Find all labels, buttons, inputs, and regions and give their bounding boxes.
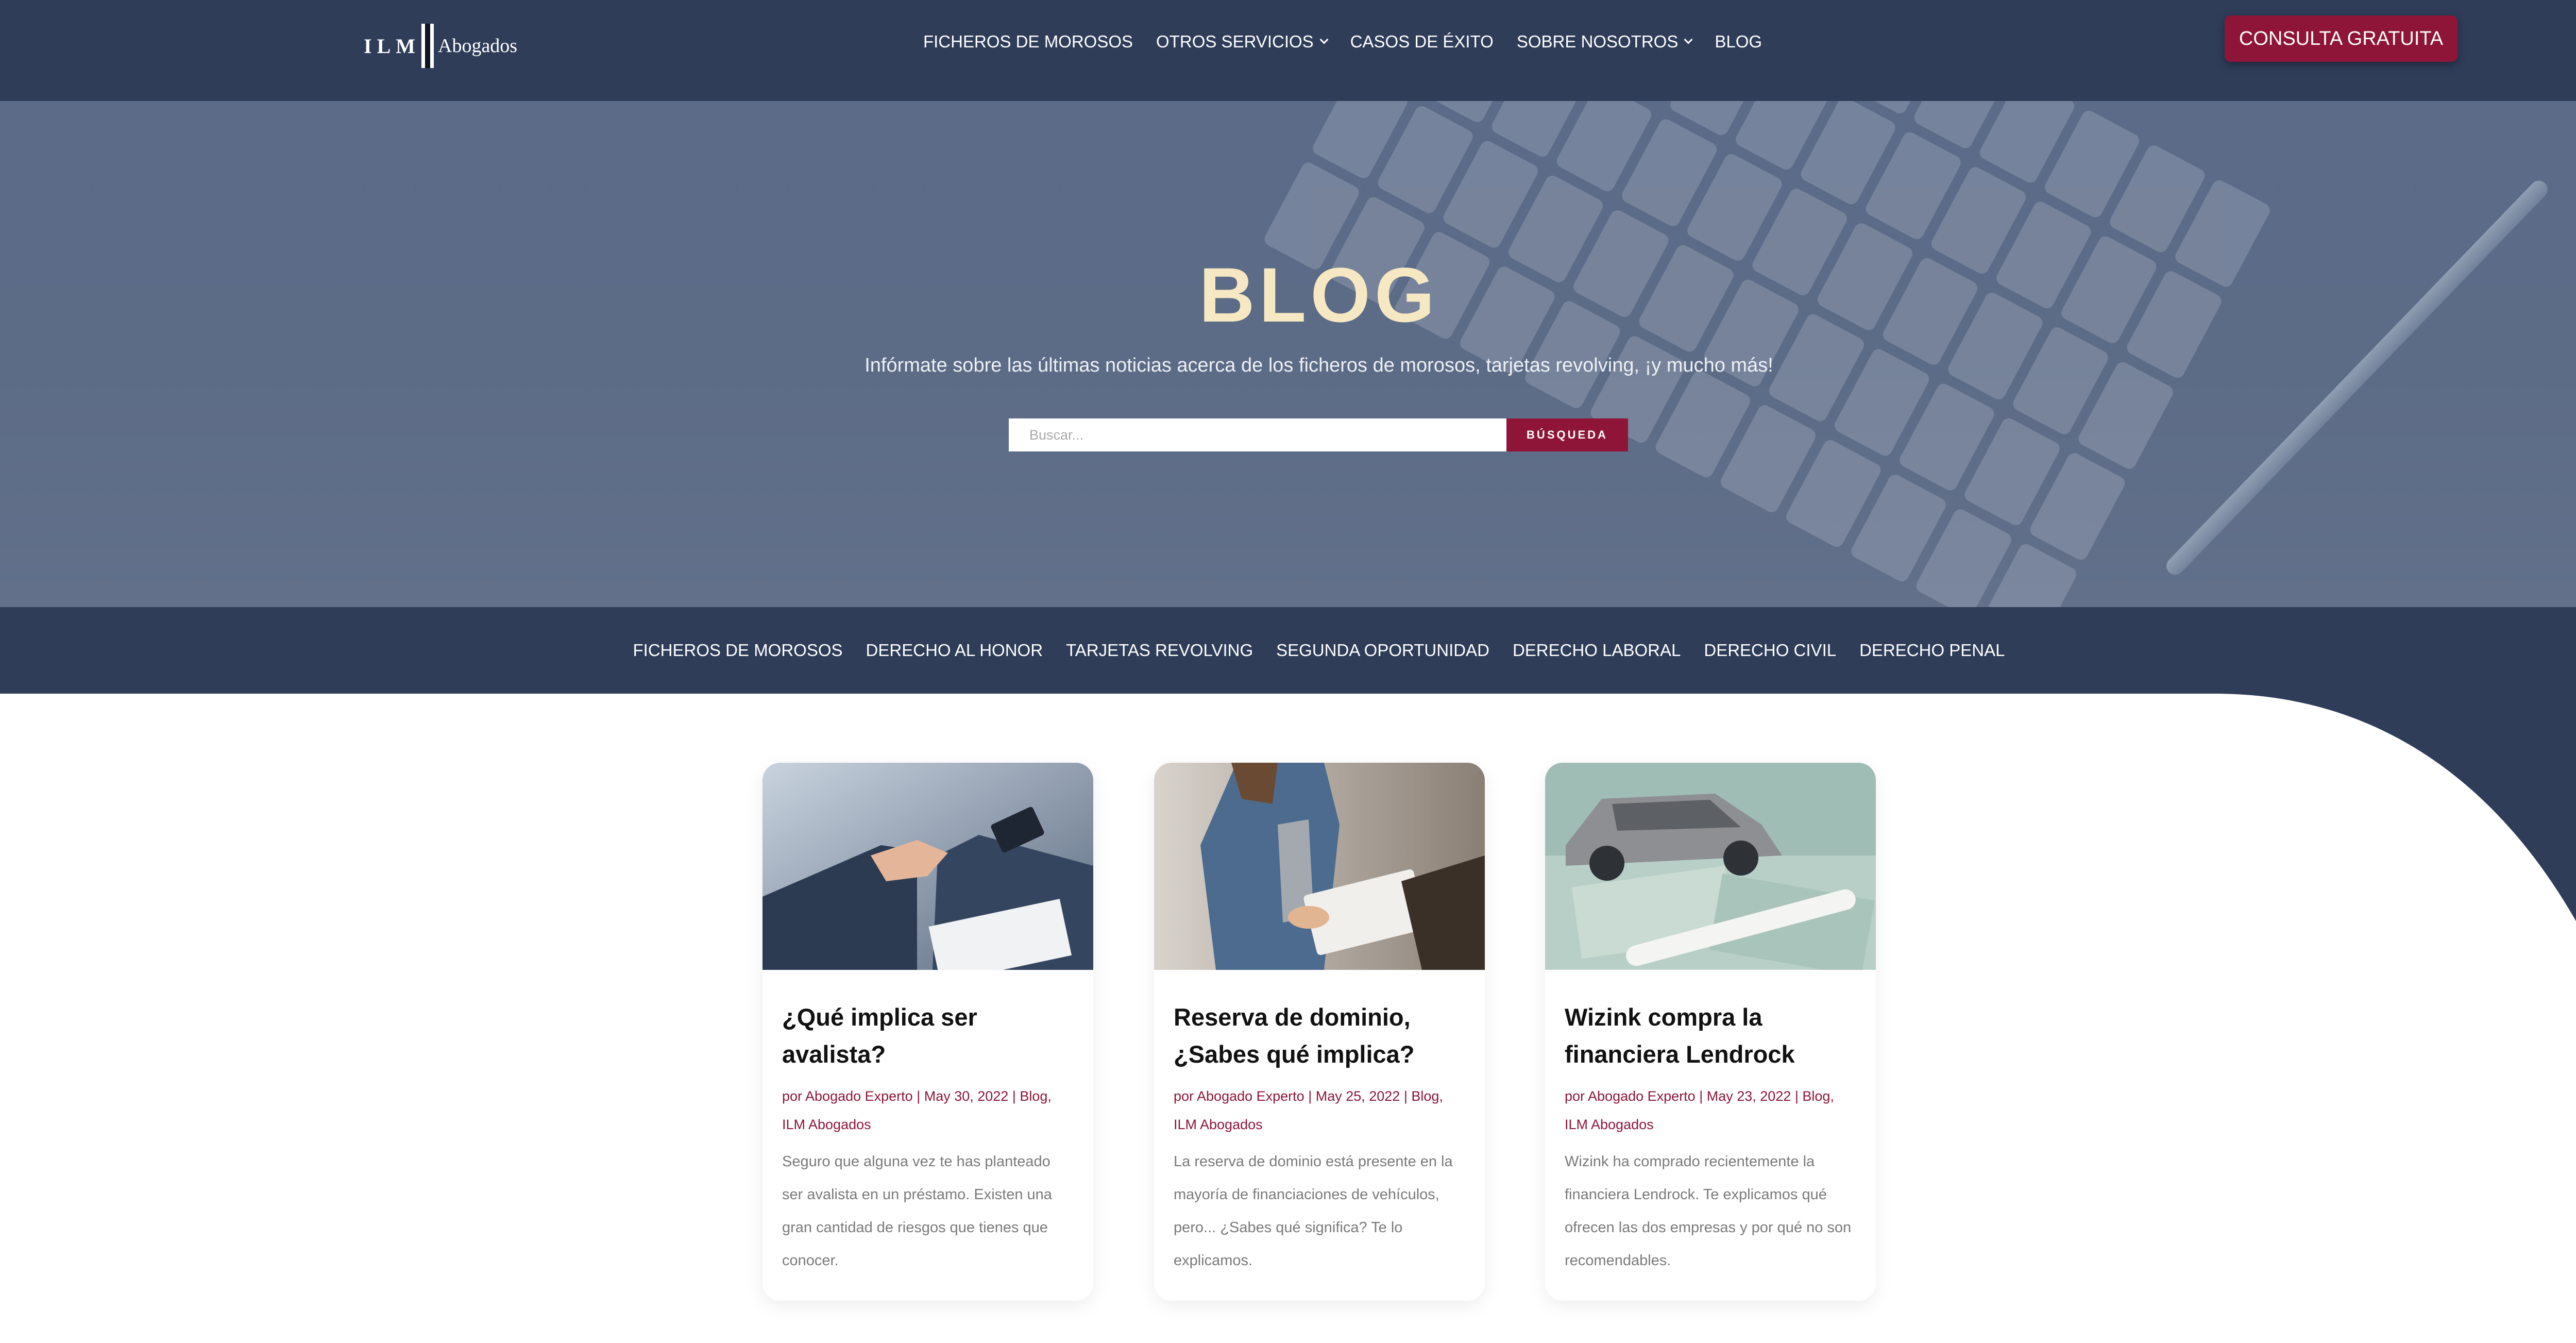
search-button[interactable]: BÚSQUEDA — [1506, 418, 1628, 451]
category-derecho-al-honor[interactable]: DERECHO AL HONOR — [866, 641, 1043, 660]
category-segunda-oportunidad[interactable]: SEGUNDA OPORTUNIDAD — [1276, 641, 1489, 660]
nav-label: OTROS SERVICIOS — [1156, 32, 1314, 51]
search-input[interactable] — [1009, 418, 1506, 451]
nav-sobre-nosotros[interactable]: SOBRE NOSOTROS — [1516, 32, 1693, 52]
post-meta[interactable]: por Abogado Experto | May 25, 2022 | Blo… — [1174, 1082, 1465, 1139]
page-subtitle: Infórmate sobre las últimas noticias ace… — [865, 355, 1773, 376]
post-excerpt: La reserva de dominio está presente en l… — [1174, 1153, 1453, 1269]
nav-ficheros-de-morosos[interactable]: FICHEROS DE MOROSOS — [923, 32, 1133, 52]
post-excerpt: Seguro que alguna vez te has planteado s… — [782, 1153, 1052, 1269]
keyboard-background-image — [1262, 101, 2273, 607]
nav-label: CASOS DE ÉXITO — [1350, 32, 1494, 51]
post-excerpt: Wizink ha comprado recientemente la fina… — [1565, 1153, 1852, 1269]
post-meta[interactable]: por Abogado Experto | May 30, 2022 | Blo… — [782, 1082, 1074, 1139]
nav-casos-de-exito[interactable]: CASOS DE ÉXITO — [1350, 32, 1494, 52]
post-title[interactable]: Wizink compra la financiera Lendrock — [1565, 999, 1856, 1073]
chevron-down-icon — [1684, 35, 1693, 44]
signing-contract-photo[interactable] — [1154, 763, 1485, 970]
chevron-down-icon — [1319, 35, 1329, 44]
category-derecho-laboral[interactable]: DERECHO LABORAL — [1513, 641, 1681, 660]
blog-search-form: BÚSQUEDA — [1009, 418, 1628, 451]
nav-label: FICHEROS DE MOROSOS — [923, 32, 1133, 51]
post-title[interactable]: ¿Qué implica ser avalista? — [782, 999, 1074, 1073]
consulta-gratuita-button[interactable]: CONSULTA GRATUITA — [2225, 15, 2458, 62]
logo-ilm-text: ILM — [364, 34, 420, 58]
category-derecho-penal[interactable]: DERECHO PENAL — [1859, 641, 2005, 660]
post-meta[interactable]: por Abogado Experto | May 23, 2022 | Blo… — [1565, 1082, 1856, 1139]
nav-otros-servicios[interactable]: OTROS SERVICIOS — [1156, 32, 1329, 52]
blog-post-card[interactable]: ¿Qué implica ser avalista? por Abogado E… — [762, 763, 1093, 1301]
blog-post-card[interactable]: Wizink compra la financiera Lendrock por… — [1545, 763, 1876, 1301]
category-nav: FICHEROS DE MOROSOS DERECHO AL HONOR TAR… — [0, 607, 2576, 694]
category-ficheros-de-morosos[interactable]: FICHEROS DE MOROSOS — [633, 641, 843, 660]
nav-label: BLOG — [1715, 32, 1762, 51]
site-logo[interactable]: ILM Abogados — [364, 23, 517, 69]
nav-label: SOBRE NOSOTROS — [1516, 32, 1679, 51]
blog-post-card[interactable]: Reserva de dominio, ¿Sabes qué implica? … — [1154, 763, 1485, 1301]
handshake-photo[interactable] — [762, 763, 1093, 970]
site-header: ILM Abogados FICHEROS DE MOROSOS OTROS S… — [0, 0, 2576, 101]
post-title[interactable]: Reserva de dominio, ¿Sabes qué implica? — [1174, 999, 1465, 1073]
nav-blog[interactable]: BLOG — [1715, 32, 1762, 52]
logo-mark — [421, 24, 434, 68]
toy-car-on-money-photo[interactable] — [1545, 763, 1876, 970]
hero-banner: BLOG Infórmate sobre las últimas noticia… — [0, 101, 2576, 607]
page-title: BLOG — [1199, 251, 1439, 338]
category-tarjetas-revolving[interactable]: TARJETAS REVOLVING — [1066, 641, 1253, 660]
category-derecho-civil[interactable]: DERECHO CIVIL — [1704, 641, 1836, 660]
logo-abogados-text: Abogados — [438, 35, 518, 57]
main-nav: FICHEROS DE MOROSOS OTROS SERVICIOS CASO… — [923, 30, 1762, 54]
